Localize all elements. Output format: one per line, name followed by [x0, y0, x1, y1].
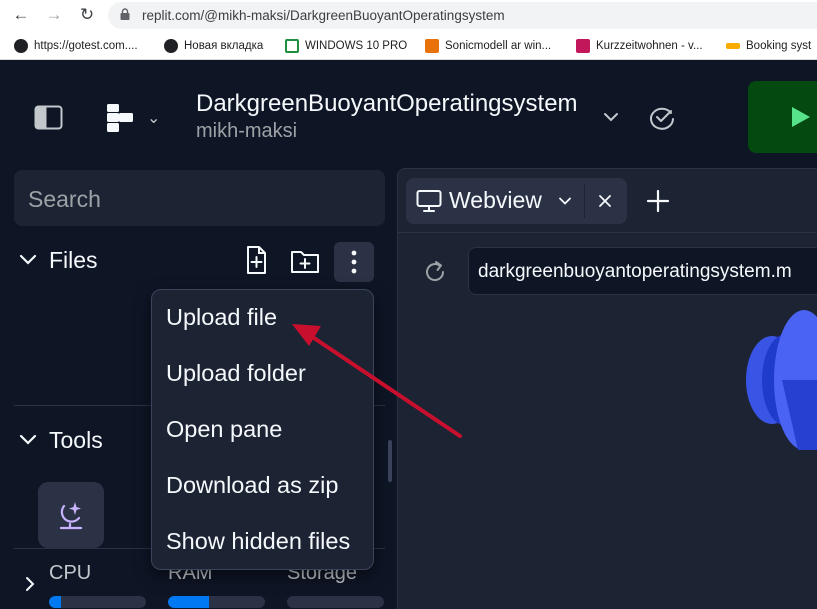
sidebar-scrollbar[interactable]	[388, 440, 392, 482]
cpu-label: CPU	[49, 562, 92, 584]
menu-item-open-pane[interactable]: Open pane	[166, 416, 282, 443]
menu-item-show-hidden-files[interactable]: Show hidden files	[166, 528, 350, 555]
chevron-right-icon[interactable]	[22, 574, 38, 594]
chevron-down-icon[interactable]: ⌄	[147, 108, 160, 128]
bookmark-sonicmodell[interactable]: Sonicmodell ar win...	[425, 38, 551, 54]
tools-section-title[interactable]: Tools	[49, 427, 103, 454]
bookmark-kurzzeitwohnen[interactable]: Kurzzeitwohnen - v...	[576, 38, 703, 54]
tool-ai-button[interactable]	[38, 482, 104, 548]
bookmark-label: WINDOWS 10 PRO	[305, 40, 408, 52]
chevron-down-icon[interactable]	[18, 250, 38, 270]
webview-url-input[interactable]: darkgreenbuoyantoperatingsystem.m	[468, 247, 817, 295]
repl-owner[interactable]: mikh-maksi	[196, 120, 297, 143]
bookmark-gotest[interactable]: https://gotest.com....	[14, 38, 138, 54]
pane-divider	[398, 232, 817, 233]
lock-icon	[120, 8, 130, 20]
new-folder-icon[interactable]	[287, 242, 323, 278]
search-input[interactable]: Search	[14, 170, 385, 226]
tab-separator	[584, 184, 585, 218]
globe-icon	[14, 39, 28, 53]
new-file-icon[interactable]	[238, 242, 274, 278]
monitor-icon	[416, 190, 442, 212]
ram-usage-bar	[168, 596, 265, 608]
preview-graphic	[746, 310, 817, 450]
refresh-icon[interactable]	[421, 258, 449, 286]
cpu-usage-fill	[49, 596, 61, 608]
browser-toolbar: ← → ↻ replit.com/@mikh-maksi/DarkgreenBu…	[0, 0, 817, 31]
files-more-menu: Upload file Upload folder Open pane Down…	[151, 289, 374, 570]
files-section-title[interactable]: Files	[49, 247, 98, 274]
ai-sparkle-icon	[59, 502, 83, 530]
chevron-down-icon[interactable]	[600, 106, 622, 128]
bookmark-new-tab[interactable]: Новая вкладка	[164, 38, 263, 54]
files-more-button[interactable]	[334, 242, 374, 282]
ram-usage-fill	[168, 596, 209, 608]
bg-bookmark-icon	[425, 39, 439, 53]
more-vertical-icon	[351, 250, 357, 274]
replit-logo-icon[interactable]	[105, 103, 135, 133]
bookmark-label: Sonicmodell ar win...	[445, 40, 552, 52]
chevron-down-icon[interactable]	[556, 192, 574, 210]
run-button[interactable]	[748, 81, 817, 153]
add-tab-icon[interactable]	[645, 188, 671, 214]
bookmark-label: Booking syst	[746, 40, 812, 52]
search-placeholder: Search	[28, 186, 101, 212]
forward-arrow-icon[interactable]: →	[43, 4, 65, 26]
menu-item-download-zip[interactable]: Download as zip	[166, 472, 338, 499]
menu-item-upload-file[interactable]: Upload file	[166, 304, 277, 331]
cpu-usage-bar	[49, 596, 146, 608]
address-bar[interactable]: replit.com/@mikh-maksi/DarkgreenBuoyantO…	[108, 2, 817, 29]
bookmark-windows[interactable]: WINDOWS 10 PRO	[285, 38, 407, 54]
bookmark-label: Kurzzeitwohnen - v...	[596, 40, 703, 52]
menu-item-upload-folder[interactable]: Upload folder	[166, 360, 306, 387]
booking-bookmark-icon	[726, 43, 740, 49]
back-arrow-icon[interactable]: ←	[10, 4, 32, 26]
sidebar-toggle-icon[interactable]	[34, 105, 63, 130]
tab-webview[interactable]: Webview	[406, 178, 627, 224]
bookmarks-bar: https://gotest.com.... Новая вкладка WIN…	[0, 31, 817, 60]
webview-url-text: darkgreenbuoyantoperatingsystem.m	[478, 261, 792, 282]
storage-usage-bar	[287, 596, 384, 608]
close-icon[interactable]	[596, 192, 614, 210]
play-icon	[792, 107, 810, 127]
bookmark-label: https://gotest.com....	[34, 40, 138, 52]
repl-title[interactable]: DarkgreenBuoyantOperatingsystem	[196, 90, 578, 118]
globe-icon	[164, 39, 178, 53]
bookmark-label: Новая вкладка	[184, 40, 264, 52]
bookmark-booking[interactable]: Booking syst	[726, 38, 811, 54]
reload-icon[interactable]: ↻	[76, 4, 98, 26]
windows-bookmark-icon	[285, 39, 299, 53]
tab-label: Webview	[449, 187, 542, 213]
kurzzeit-bookmark-icon	[576, 39, 590, 53]
deploy-status-icon[interactable]	[648, 104, 676, 130]
url-text: replit.com/@mikh-maksi/DarkgreenBuoyantO…	[142, 8, 505, 23]
chevron-down-icon[interactable]	[18, 430, 38, 450]
